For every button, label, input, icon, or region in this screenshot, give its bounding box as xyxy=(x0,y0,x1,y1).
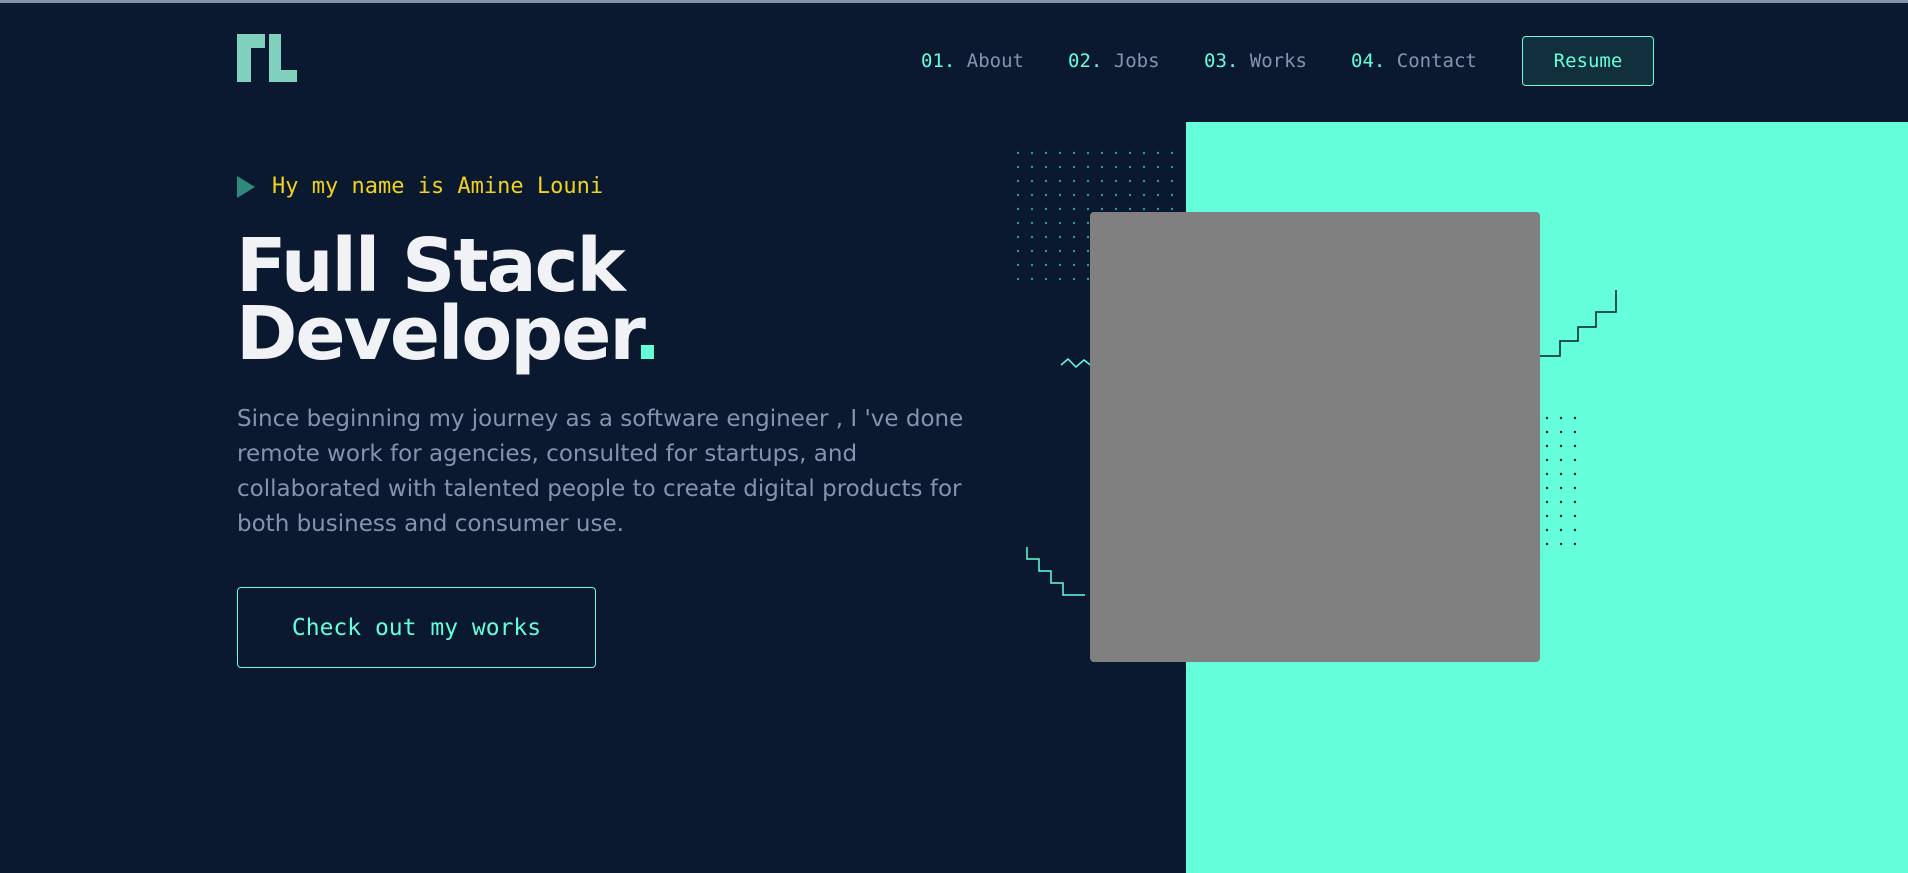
nav-label: Works xyxy=(1249,50,1307,72)
hero-title-line2: Developer xyxy=(236,291,635,377)
nav-number: 04. xyxy=(1351,50,1386,72)
nav-item-jobs[interactable]: 02. Jobs xyxy=(1068,50,1160,72)
play-triangle-icon xyxy=(237,175,255,198)
logo-icon[interactable] xyxy=(237,34,297,82)
nav-item-about[interactable]: 01. About xyxy=(921,50,1024,72)
greeting-text: Hy my name is Amine Louni xyxy=(272,174,604,199)
window-top-border xyxy=(0,0,1908,3)
profile-photo-placeholder xyxy=(1090,212,1540,662)
nav-label: Jobs xyxy=(1113,50,1160,72)
nav-number: 01. xyxy=(921,50,956,72)
nav-item-works[interactable]: 03. Works xyxy=(1204,50,1307,72)
zigzag-decoration xyxy=(1060,358,1094,369)
nav-number: 03. xyxy=(1204,50,1239,72)
nav-label: Contact xyxy=(1396,50,1477,72)
hero-title-dot: . xyxy=(633,291,661,377)
check-works-button[interactable]: Check out my works xyxy=(237,587,596,668)
resume-button[interactable]: Resume xyxy=(1522,36,1654,86)
nav-label: About xyxy=(966,50,1024,72)
staircase-decoration xyxy=(1026,547,1085,596)
staircase-decoration xyxy=(1540,290,1617,357)
hero-title: Full Stack Developer. xyxy=(236,229,661,371)
greeting: Hy my name is Amine Louni xyxy=(237,174,603,199)
nav-item-contact[interactable]: 04. Contact xyxy=(1351,50,1477,72)
hero-description: Since beginning my journey as a software… xyxy=(237,406,964,537)
nav-number: 02. xyxy=(1068,50,1103,72)
dot-grid-decoration xyxy=(1545,416,1577,546)
